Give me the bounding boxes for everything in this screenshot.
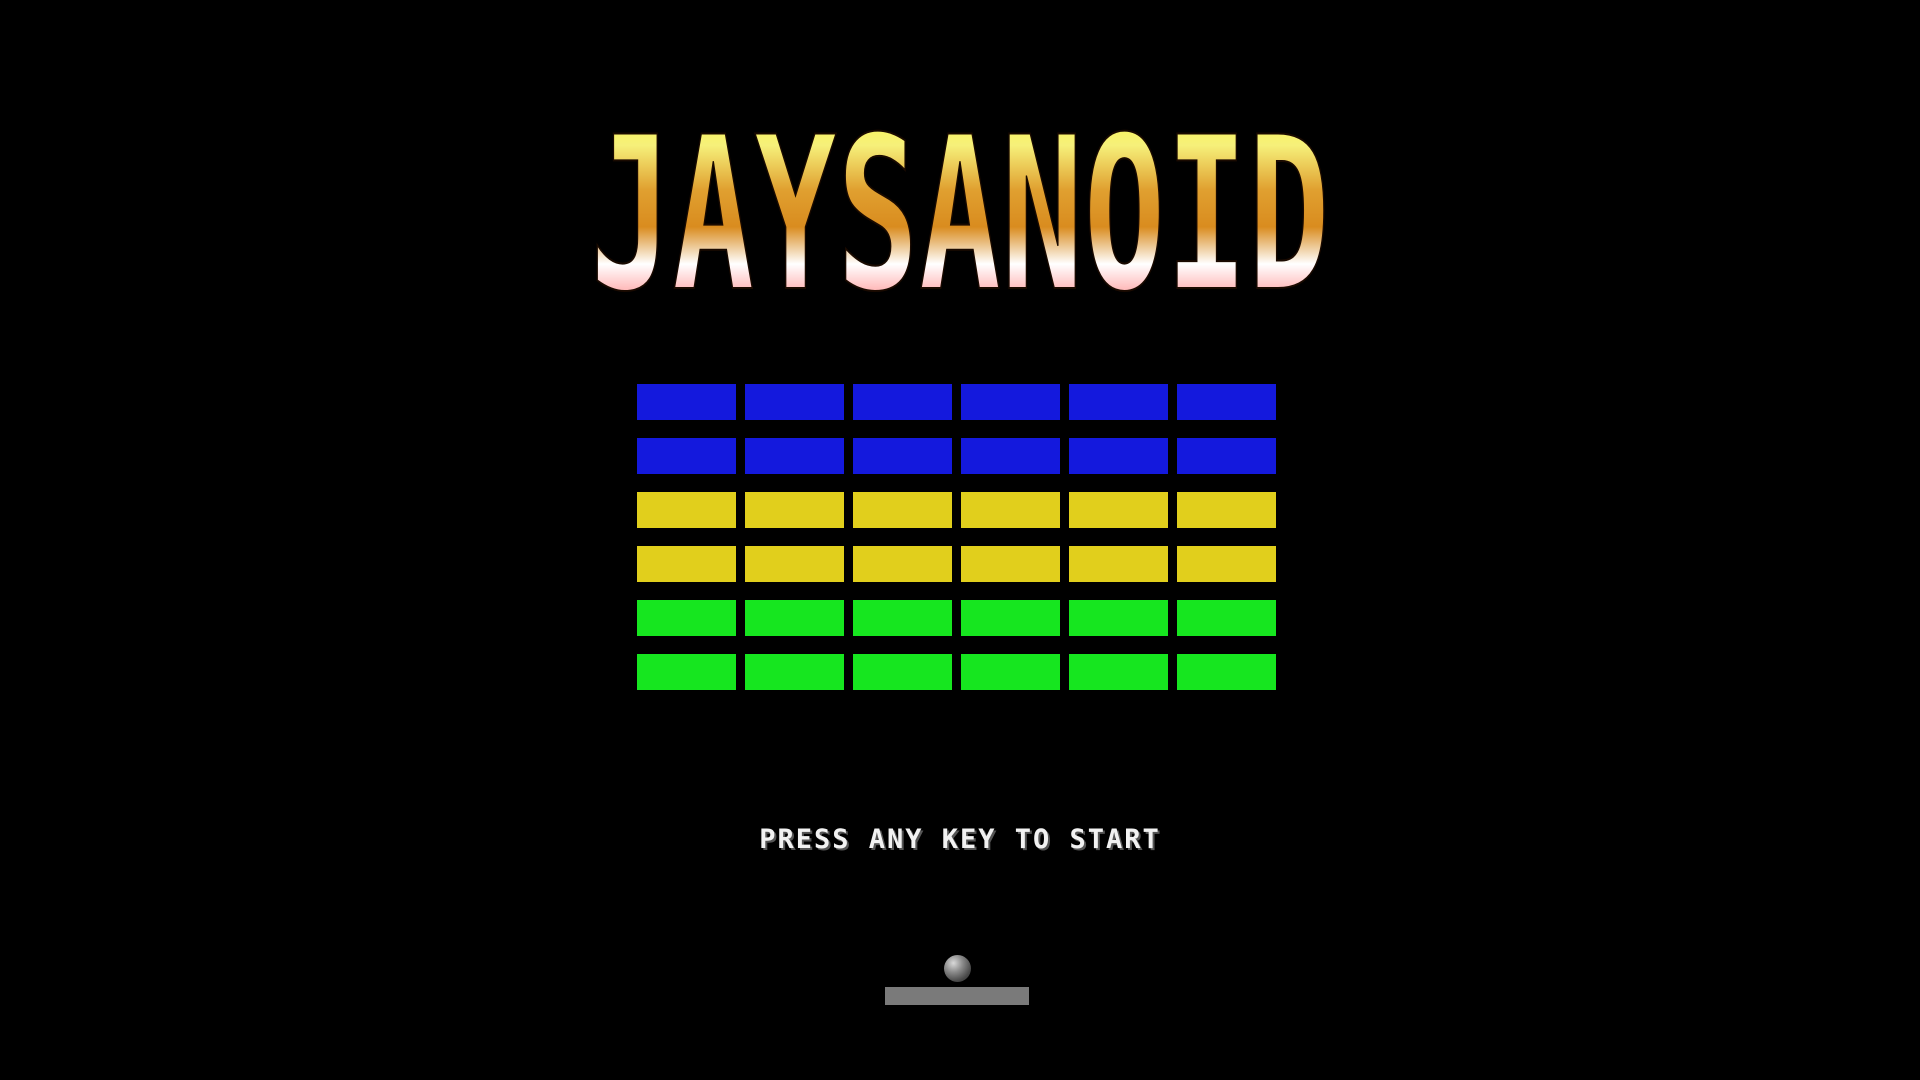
brick-blue — [961, 384, 1060, 420]
brick-yellow — [745, 546, 844, 582]
brick-green — [853, 600, 952, 636]
brick-green — [1069, 654, 1168, 690]
game-title-text: JAYSANOID — [590, 110, 1330, 310]
brick-green — [961, 654, 1060, 690]
brick-yellow — [745, 492, 844, 528]
brick-yellow — [853, 492, 952, 528]
brick-green — [1177, 600, 1276, 636]
brick-blue — [853, 384, 952, 420]
brick-yellow — [1069, 492, 1168, 528]
brick-yellow — [961, 546, 1060, 582]
paddle[interactable] — [885, 987, 1029, 1005]
brick-wall — [637, 384, 1277, 690]
brick-yellow — [1177, 492, 1276, 528]
brick-blue — [637, 384, 736, 420]
brick-yellow — [1069, 546, 1168, 582]
brick-green — [745, 600, 844, 636]
brick-green — [745, 654, 844, 690]
brick-blue — [1069, 384, 1168, 420]
brick-blue — [745, 438, 844, 474]
brick-green — [637, 654, 736, 690]
brick-green — [853, 654, 952, 690]
brick-blue — [1069, 438, 1168, 474]
brick-yellow — [961, 492, 1060, 528]
brick-green — [961, 600, 1060, 636]
brick-yellow — [637, 492, 736, 528]
brick-blue — [961, 438, 1060, 474]
brick-blue — [1177, 438, 1276, 474]
game-title-logo: JAYSANOID — [589, 110, 1331, 310]
brick-yellow — [853, 546, 952, 582]
brick-green — [637, 600, 736, 636]
brick-yellow — [1177, 546, 1276, 582]
game-screen[interactable]: JAYSANOID PRESS ANY KEY TO START — [0, 0, 1920, 1080]
brick-blue — [745, 384, 844, 420]
brick-blue — [637, 438, 736, 474]
brick-green — [1177, 654, 1276, 690]
brick-blue — [1177, 384, 1276, 420]
brick-green — [1069, 600, 1168, 636]
ball — [944, 955, 971, 982]
start-prompt: PRESS ANY KEY TO START — [759, 824, 1161, 855]
brick-yellow — [637, 546, 736, 582]
brick-blue — [853, 438, 952, 474]
